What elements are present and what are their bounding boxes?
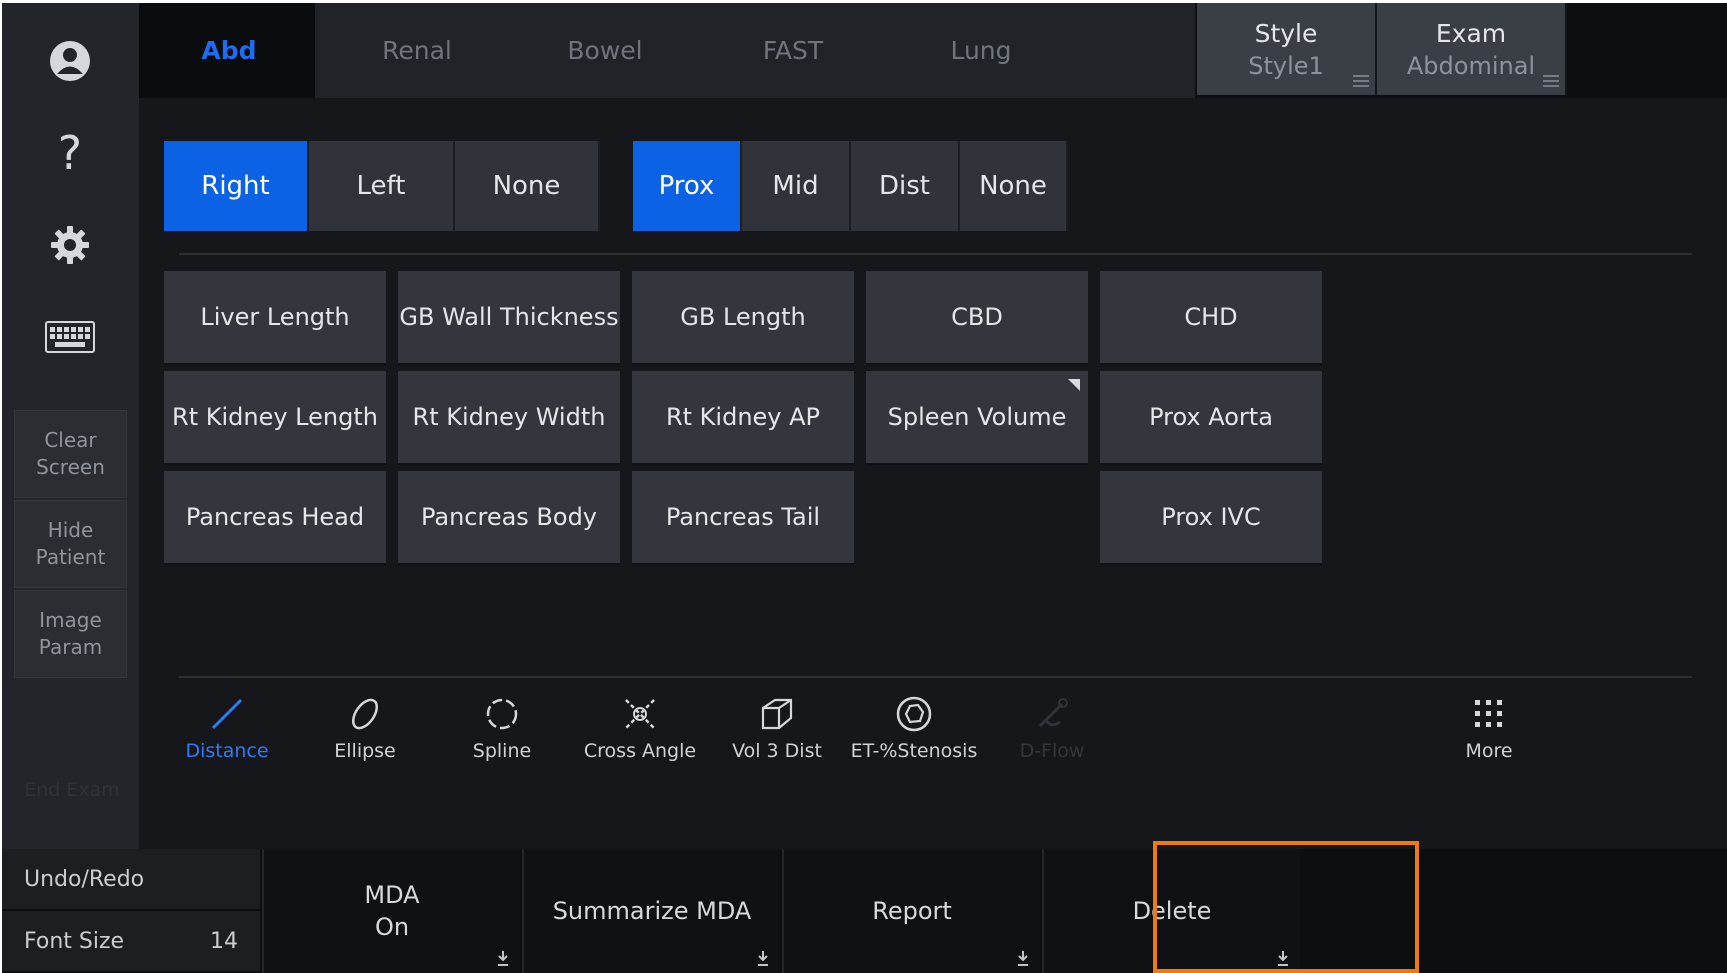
top-bar: Abd Renal Bowel FAST Lung Style Style1 E… xyxy=(2,3,1727,98)
delete-label: Delete xyxy=(1132,897,1212,925)
tab-empty xyxy=(1067,3,1197,98)
spleen-volume-label: Spleen Volume xyxy=(887,403,1067,431)
ultrasound-touch-panel: Abd Renal Bowel FAST Lung Style Style1 E… xyxy=(2,3,1727,973)
divider xyxy=(179,253,1692,255)
prox-ivc-button[interactable]: Prox IVC xyxy=(1100,471,1322,563)
tab-renal[interactable]: Renal xyxy=(315,3,521,98)
style-select[interactable]: Style Style1 xyxy=(1197,3,1377,95)
exam-select[interactable]: Exam Abdominal xyxy=(1377,3,1567,95)
font-size-value: 14 xyxy=(210,928,238,954)
user-icon[interactable] xyxy=(40,31,100,91)
sidebar: ? Clear Screen Hide Patient Image Param … xyxy=(2,3,139,849)
tool-distance[interactable]: Distance xyxy=(152,690,302,776)
keyboard-icon[interactable] xyxy=(40,307,100,367)
gb-length-button[interactable]: GB Length xyxy=(632,271,854,363)
tool-d-flow: D-Flow xyxy=(977,690,1127,776)
tool-label: Vol 3 Dist xyxy=(732,740,822,762)
rt-kidney-ap-button[interactable]: Rt Kidney AP xyxy=(632,371,854,463)
exam-value: Abdominal xyxy=(1406,52,1536,80)
tab-fast[interactable]: FAST xyxy=(691,3,897,98)
tool-label: Ellipse xyxy=(334,740,396,762)
pancreas-head-button[interactable]: Pancreas Head xyxy=(164,471,386,563)
menu-icon xyxy=(1353,75,1369,87)
tab-bowel[interactable]: Bowel xyxy=(503,3,709,98)
report-button[interactable]: Report xyxy=(782,849,1040,973)
gear-icon[interactable] xyxy=(40,215,100,275)
location-prox-button[interactable]: Prox xyxy=(633,141,742,231)
clear-screen-button[interactable]: Clear Screen xyxy=(14,410,127,498)
tool-et-stenosis[interactable]: ET-%Stenosis xyxy=(839,690,989,776)
side-none-button[interactable]: None xyxy=(455,141,600,231)
chd-button[interactable]: CHD xyxy=(1100,271,1322,363)
prox-aorta-button[interactable]: Prox Aorta xyxy=(1100,371,1322,463)
cross-angle-icon xyxy=(625,699,655,729)
tool-ellipse[interactable]: Ellipse xyxy=(290,690,440,776)
tool-label: D-Flow xyxy=(1019,740,1085,762)
tool-label: Cross Angle xyxy=(583,740,697,762)
tool-label: More xyxy=(1465,740,1513,762)
hide-patient-button[interactable]: Hide Patient xyxy=(14,500,127,588)
tool-vol-3-dist[interactable]: Vol 3 Dist xyxy=(702,690,852,776)
summarize-mda-label: Summarize MDA xyxy=(552,897,752,925)
image-param-button[interactable]: Image Param xyxy=(14,590,127,678)
mda-state: On xyxy=(374,913,410,941)
exam-label: Exam xyxy=(1435,19,1507,48)
tool-label: Distance xyxy=(185,740,269,762)
tool-spline[interactable]: Spline xyxy=(427,690,577,776)
pancreas-tail-button[interactable]: Pancreas Tail xyxy=(632,471,854,563)
font-size-label: Font Size xyxy=(24,928,125,954)
delete-button[interactable]: Delete xyxy=(1042,849,1300,973)
grid-icon xyxy=(1475,700,1502,727)
font-size-control[interactable]: Font Size 14 xyxy=(2,911,260,971)
location-none-button[interactable]: None xyxy=(960,141,1068,231)
location-dist-button[interactable]: Dist xyxy=(851,141,960,231)
side-right-button[interactable]: Right xyxy=(164,141,309,231)
ellipse-icon xyxy=(351,698,379,730)
style-value: Style1 xyxy=(1248,52,1324,80)
tab-lung[interactable]: Lung xyxy=(879,3,1085,98)
rt-kidney-width-button[interactable]: Rt Kidney Width xyxy=(398,371,620,463)
download-icon xyxy=(1278,951,1288,966)
submenu-corner-icon xyxy=(1068,379,1080,391)
help-icon[interactable]: ? xyxy=(40,123,100,183)
style-label: Style xyxy=(1254,19,1318,48)
pancreas-body-button[interactable]: Pancreas Body xyxy=(398,471,620,563)
mda-toggle-button[interactable]: MDA On xyxy=(262,849,520,973)
gb-wall-thickness-button[interactable]: GB Wall Thickness xyxy=(398,271,620,363)
download-icon xyxy=(498,951,508,966)
end-exam-button: End Exam xyxy=(24,779,120,801)
side-left-button[interactable]: Left xyxy=(309,141,455,231)
measurement-panel: Right Left None Prox Mid Dist None Liver… xyxy=(139,98,1727,849)
download-icon xyxy=(758,951,768,966)
menu-icon xyxy=(1543,75,1559,87)
stenosis-icon xyxy=(896,696,932,732)
mda-label: MDA xyxy=(364,881,420,909)
tool-more[interactable]: More xyxy=(1414,690,1564,776)
bottom-bar: Undo/Redo Font Size 14 MDA On Summarize … xyxy=(2,849,1727,973)
location-mid-button[interactable]: Mid xyxy=(742,141,851,231)
cube-icon xyxy=(761,698,793,730)
tool-label: Spline xyxy=(472,740,532,762)
flow-icon xyxy=(1038,698,1068,728)
undo-redo-button[interactable]: Undo/Redo xyxy=(2,849,260,909)
liver-length-button[interactable]: Liver Length xyxy=(164,271,386,363)
spline-icon xyxy=(486,698,518,730)
line-icon xyxy=(211,698,243,730)
rt-kidney-length-button[interactable]: Rt Kidney Length xyxy=(164,371,386,463)
cbd-button[interactable]: CBD xyxy=(866,271,1088,363)
tool-label: ET-%Stenosis xyxy=(850,740,978,762)
spleen-volume-button[interactable]: Spleen Volume xyxy=(866,371,1088,463)
tab-abd[interactable]: Abd xyxy=(127,3,333,98)
divider xyxy=(179,676,1692,678)
tool-cross-angle[interactable]: Cross Angle xyxy=(565,690,715,776)
download-icon xyxy=(1018,951,1028,966)
summarize-mda-button[interactable]: Summarize MDA xyxy=(522,849,780,973)
report-label: Report xyxy=(872,897,952,925)
